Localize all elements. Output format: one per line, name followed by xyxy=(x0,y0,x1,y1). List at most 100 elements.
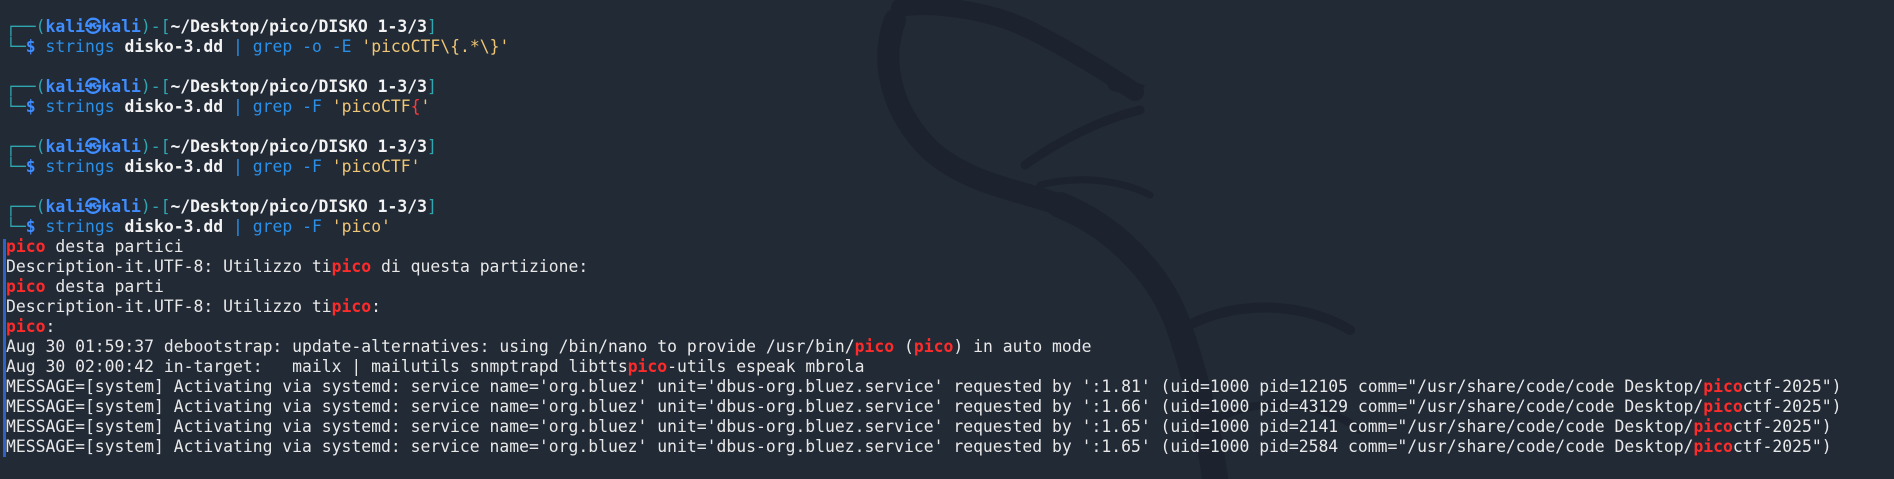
prompt-separator: ] xyxy=(427,137,437,156)
prompt-box-bottom: └─ xyxy=(6,97,26,116)
prompt-path: ~/Desktop/pico/DISKO 1-3/3 xyxy=(170,137,428,156)
output-text: Aug 30 01:59:37 debootstrap: update-alte… xyxy=(6,337,855,356)
output-line: Aug 30 02:00:42 in-target: mailx | mailu… xyxy=(6,357,1894,377)
output-line: MESSAGE=[system] Activating via systemd:… xyxy=(6,417,1894,437)
output-line: pico desta partici xyxy=(6,237,1894,257)
output-line: MESSAGE=[system] Activating via systemd:… xyxy=(6,397,1894,417)
grep-command: grep -F xyxy=(252,97,322,116)
match-highlight: pico xyxy=(6,317,46,336)
match-highlight: pico xyxy=(331,257,372,276)
prompt-box-bottom: └─ xyxy=(6,217,26,236)
prompt-dollar: $ xyxy=(25,37,36,56)
output-text: -utils espeak mbrola xyxy=(667,357,865,376)
prompt-user: kali㉿kali xyxy=(45,197,141,216)
prompt-path: ~/Desktop/pico/DISKO 1-3/3 xyxy=(170,197,428,216)
match-highlight: pico xyxy=(854,337,895,356)
prompt-separator: )-[ xyxy=(140,17,171,36)
prompt-separator: )-[ xyxy=(140,197,171,216)
prompt-path: ~/Desktop/pico/DISKO 1-3/3 xyxy=(170,77,428,96)
prompt-box-top: ┌──( xyxy=(6,137,46,156)
output-line: Aug 30 01:59:37 debootstrap: update-alte… xyxy=(6,337,1894,357)
grep-pattern-brace: { xyxy=(410,97,421,116)
command-line[interactable]: └─$ strings disko-3.dd | grep -F 'picoCT… xyxy=(6,97,1894,117)
output-text: MESSAGE=[system] Activating via systemd:… xyxy=(6,417,1694,436)
prompt-box-top: ┌──( xyxy=(6,17,46,36)
command-name: strings xyxy=(45,217,115,236)
prompt-separator: )-[ xyxy=(140,77,171,96)
output-text: desta partici xyxy=(45,237,184,256)
prompt-dollar: $ xyxy=(25,157,36,176)
output-text: ctf-2025") xyxy=(1732,437,1832,456)
output-text: MESSAGE=[system] Activating via systemd:… xyxy=(6,437,1694,456)
match-highlight: pico xyxy=(6,277,46,296)
command-output: pico desta partici Description-it.UTF-8:… xyxy=(3,237,1894,457)
grep-command: grep -F xyxy=(252,157,322,176)
command-pipe: | xyxy=(233,217,243,236)
output-text: ) in auto mode xyxy=(953,337,1092,356)
prompt-separator: ] xyxy=(427,197,437,216)
match-highlight: pico xyxy=(1693,417,1733,436)
command-line[interactable]: └─$ strings disko-3.dd | grep -F 'pico' xyxy=(6,217,1894,237)
output-text: Description-it.UTF-8: Utilizzo ti xyxy=(6,297,332,316)
prompt-path: ~/Desktop/pico/DISKO 1-3/3 xyxy=(170,17,428,36)
output-line: Description-it.UTF-8: Utilizzo tipico: xyxy=(6,297,1894,317)
prompt-box-bottom: └─ xyxy=(6,37,26,56)
command-line[interactable]: └─$ strings disko-3.dd | grep -F 'picoCT… xyxy=(6,157,1894,177)
output-line: pico: xyxy=(6,317,1894,337)
match-highlight: pico xyxy=(1703,397,1743,416)
match-highlight: pico xyxy=(331,297,372,316)
prompt-separator: ] xyxy=(427,17,437,36)
output-text: ctf-2025") xyxy=(1742,397,1842,416)
grep-command: grep -F xyxy=(252,217,322,236)
output-text: ( xyxy=(894,337,914,356)
grep-command: grep -o -E xyxy=(252,37,352,56)
match-highlight: pico xyxy=(1693,437,1733,456)
prompt-line: ┌──(kali㉿kali)-[~/Desktop/pico/DISKO 1-3… xyxy=(6,17,1894,37)
prompt-user: kali㉿kali xyxy=(45,77,141,96)
prompt-user: kali㉿kali xyxy=(45,137,141,156)
output-text: MESSAGE=[system] Activating via systemd:… xyxy=(6,377,1704,396)
prompt-dollar: $ xyxy=(25,97,36,116)
command-name: strings xyxy=(45,97,115,116)
output-line: pico desta parti xyxy=(6,277,1894,297)
prompt-box-top: ┌──( xyxy=(6,197,46,216)
terminal-window[interactable]: ┌──(kali㉿kali)-[~/Desktop/pico/DISKO 1-3… xyxy=(3,17,1894,457)
output-line: MESSAGE=[system] Activating via systemd:… xyxy=(6,437,1894,457)
output-gutter-marker xyxy=(3,239,6,457)
match-highlight: pico xyxy=(1703,377,1743,396)
grep-pattern: 'pico' xyxy=(331,217,391,236)
command-file-arg: disko-3.dd xyxy=(124,217,224,236)
prompt-line: ┌──(kali㉿kali)-[~/Desktop/pico/DISKO 1-3… xyxy=(6,197,1894,217)
output-text: MESSAGE=[system] Activating via systemd:… xyxy=(6,397,1704,416)
prompt-user: kali㉿kali xyxy=(45,17,141,36)
command-pipe: | xyxy=(233,37,243,56)
prompt-separator: ] xyxy=(427,77,437,96)
prompt-separator: )-[ xyxy=(140,137,171,156)
output-text: : xyxy=(45,317,56,336)
command-file-arg: disko-3.dd xyxy=(124,157,224,176)
output-text: Aug 30 02:00:42 in-target: mailx | mailu… xyxy=(6,357,628,376)
output-line: Description-it.UTF-8: Utilizzo tipico di… xyxy=(6,257,1894,277)
prompt-line: ┌──(kali㉿kali)-[~/Desktop/pico/DISKO 1-3… xyxy=(6,77,1894,97)
grep-pattern: 'picoCTF' xyxy=(331,157,421,176)
command-name: strings xyxy=(45,37,115,56)
prompt-box-bottom: └─ xyxy=(6,157,26,176)
command-name: strings xyxy=(45,157,115,176)
command-pipe: | xyxy=(233,157,243,176)
command-file-arg: disko-3.dd xyxy=(124,37,224,56)
match-highlight: pico xyxy=(913,337,954,356)
output-text: Description-it.UTF-8: Utilizzo ti xyxy=(6,257,332,276)
command-pipe: | xyxy=(233,97,243,116)
output-text: ctf-2025") xyxy=(1732,417,1832,436)
command-file-arg: disko-3.dd xyxy=(124,97,224,116)
output-text: di questa partizione: xyxy=(371,257,589,276)
prompt-dollar: $ xyxy=(25,217,36,236)
command-line[interactable]: └─$ strings disko-3.dd | grep -o -E 'pic… xyxy=(6,37,1894,57)
prompt-line: ┌──(kali㉿kali)-[~/Desktop/pico/DISKO 1-3… xyxy=(6,137,1894,157)
grep-pattern: 'picoCTF xyxy=(331,97,411,116)
match-highlight: pico xyxy=(627,357,668,376)
grep-pattern: 'picoCTF\{.*\}' xyxy=(361,37,510,56)
